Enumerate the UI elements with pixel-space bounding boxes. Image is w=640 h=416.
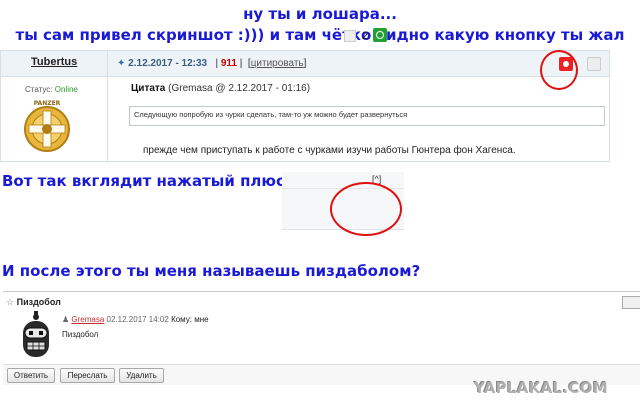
message-text: Пиздобол [62, 330, 99, 339]
post-anchor-icon[interactable]: ✦ [117, 58, 125, 69]
forum-post: Tubertus ✦ 2.12.2017 - 12:33 | 911 | [ци… [0, 50, 610, 163]
quote-label: Цитата [131, 83, 166, 94]
quote-box: Следующую попробую из чурки сделать, там… [129, 106, 605, 126]
caption-line-1: ну ты и лошара... [243, 5, 397, 23]
highlight-circle-minus [540, 50, 578, 90]
message-datetime: 02.12.2017 14:02 [106, 315, 169, 324]
post-divider [107, 51, 108, 163]
quote-source: (Gremasa @ 2.12.2017 - 01:16) [168, 83, 311, 94]
message-subject-text: Пиздобол [16, 297, 61, 307]
caption-line-2: ты сам привел скриншот :))) и там чётко … [15, 26, 625, 44]
medal-label: PANZER [34, 100, 61, 107]
quote-header: Цитата (Gremasa @ 2.12.2017 - 01:16) [131, 83, 310, 94]
post-number[interactable]: 911 [221, 58, 237, 69]
message-meta: ♟ Gremasa 02.12.2017 14:02 Кому: мне [62, 315, 209, 324]
private-message-window: ☆ Пиздобол ♟ Gremasa 02.12.2017 14:02 Ко… [3, 291, 640, 385]
window-button[interactable] [622, 296, 640, 309]
post-date: 2.12.2017 - 12:33 [128, 58, 208, 69]
vote-plus-button[interactable] [587, 57, 601, 71]
highlight-circle-plus [330, 182, 402, 236]
vote-plus-pressed-button[interactable] [373, 28, 387, 42]
message-subject: ☆ Пиздобол [6, 297, 61, 308]
sender-link[interactable]: Gremasa [71, 315, 104, 324]
vote-count: 2 [362, 30, 369, 42]
caption-plus-pressed: Вот так вкглядит нажатый плюс [2, 172, 285, 190]
vote-minus-button-2[interactable] [344, 30, 356, 42]
site-watermark: YAPLAKAL.COM [474, 379, 608, 397]
star-icon[interactable]: ☆ [6, 297, 14, 307]
post-body: прежде чем приступать к работе с чурками… [143, 145, 516, 156]
reply-button[interactable]: Ответить [7, 368, 55, 383]
user-avatar-medal: PANZER [24, 100, 70, 152]
delete-button[interactable]: Удалить [119, 368, 164, 383]
caption-question: И после этого ты меня называешь пиздабол… [2, 262, 421, 280]
post-author-link[interactable]: Tubertus [31, 56, 77, 68]
quote-link[interactable]: цитировать [251, 58, 304, 69]
status-label: Статус: [25, 85, 53, 94]
post-meta: ✦ 2.12.2017 - 12:33 | 911 | [цитировать] [117, 58, 307, 69]
bender-avatar [23, 311, 49, 357]
recipient-label: Кому: [171, 315, 192, 324]
forward-button[interactable]: Переслать [60, 368, 115, 383]
user-icon: ♟ [62, 315, 70, 324]
recipient: мне [194, 315, 209, 324]
user-status: Статус: Online [25, 85, 78, 94]
status-online: Online [54, 85, 78, 94]
